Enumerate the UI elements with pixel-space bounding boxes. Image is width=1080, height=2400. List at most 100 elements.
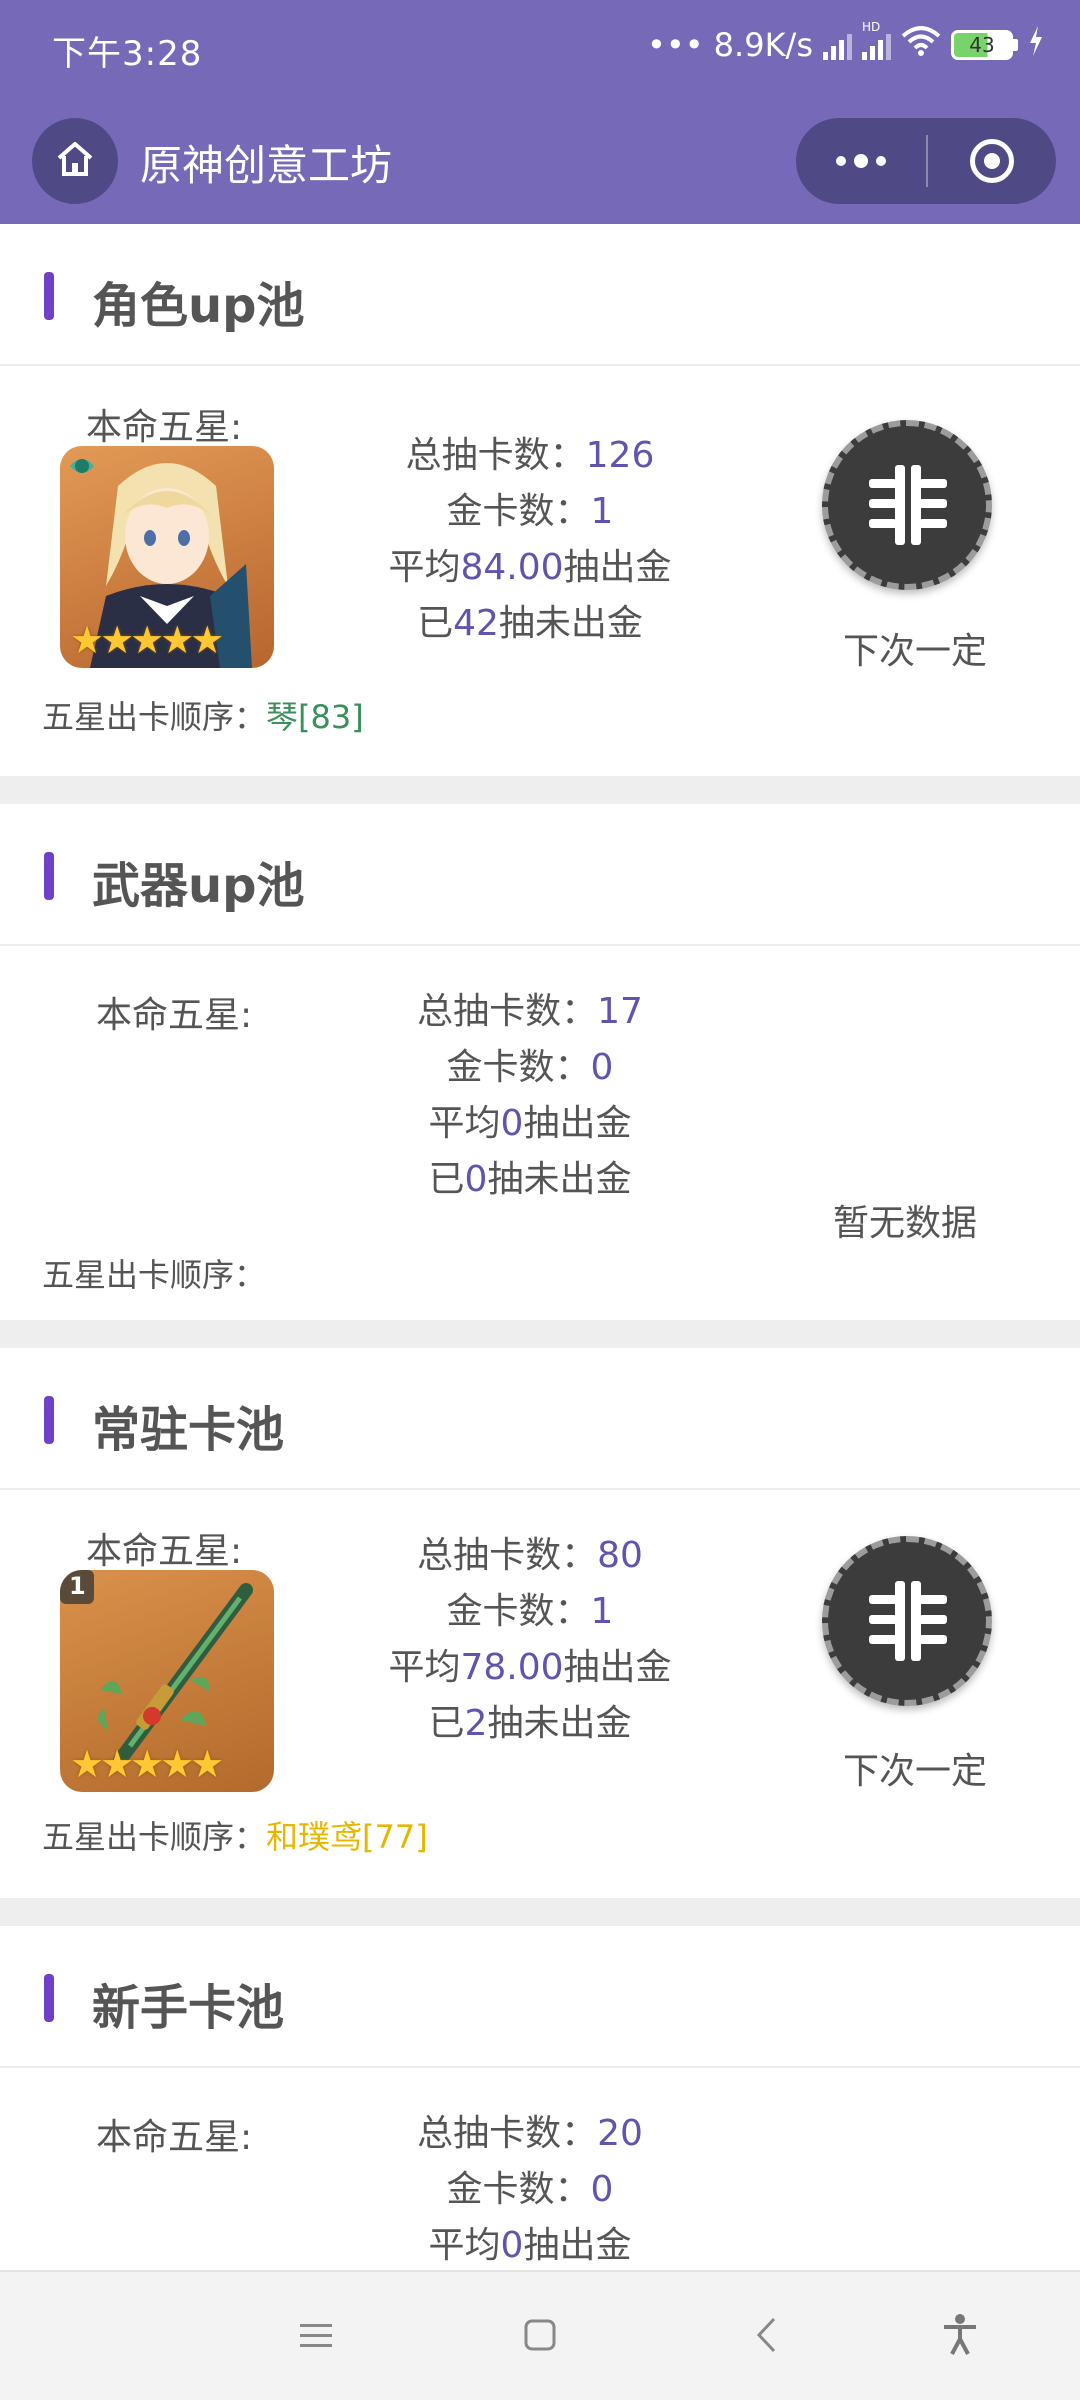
gold-count-value: 1: [590, 491, 614, 532]
average-line: 平均0抽出金: [428, 2225, 632, 2266]
section-accent-bar: [44, 852, 54, 900]
no-data-text: 暂无数据: [832, 1203, 977, 1244]
total-pulls-line: 总抽卡数：126: [405, 435, 655, 476]
square-home-icon: [523, 2318, 557, 2356]
average-line: 平均84.00抽出金: [388, 547, 672, 588]
since-gold-value: 0: [464, 1159, 488, 1200]
five-star-order-value: 和璞鸢[77]: [266, 1818, 428, 1856]
section-title: 新手卡池: [92, 1980, 285, 2036]
app-header: 下午3:28 ••• 8.9K/s HD 43 原神创意工坊: [0, 0, 1080, 224]
since-gold-value: 42: [453, 603, 499, 644]
five-star-rating: ★★★★★: [70, 618, 224, 662]
five-star-label: 本命五星:: [86, 407, 243, 448]
section-title: 常驻卡池: [92, 1402, 285, 1458]
average-line: 平均0抽出金: [428, 1103, 632, 1144]
page-title: 原神创意工坊: [140, 141, 393, 190]
five-star-label: 本命五星:: [96, 995, 253, 1036]
accessibility-button[interactable]: [910, 2272, 1010, 2400]
gold-count-line: 金卡数：0: [446, 1047, 614, 1088]
average-value: 0: [500, 1103, 524, 1144]
ellipsis-icon: •••: [647, 26, 704, 64]
home-icon: [53, 137, 97, 185]
character-portrait[interactable]: ★★★★★: [60, 446, 274, 668]
more-dots-icon: [836, 156, 846, 166]
status-time: 下午3:28: [52, 34, 203, 74]
signal-icon: [823, 30, 852, 60]
system-nav-bar: [0, 2270, 1080, 2400]
since-gold-value: 2: [464, 1703, 488, 1744]
gold-count-line: 金卡数：0: [446, 2169, 614, 2210]
since-gold-line: 已0抽未出金: [428, 1159, 632, 1200]
accessibility-icon: [940, 2314, 980, 2360]
luck-badge: [822, 420, 1002, 600]
mini-program-capsule: [796, 118, 1056, 204]
badge-text: 下次一定: [842, 1751, 987, 1792]
section-weapon-pool: 武器up池 本命五星: 总抽卡数：17 金卡数：0 平均0抽出金 已0抽未出金 …: [0, 804, 1080, 1320]
hd-label: HD: [862, 20, 881, 34]
total-pulls-value: 17: [597, 991, 643, 1032]
section-accent-bar: [44, 1974, 54, 2022]
five-star-order: 五星出卡顺序：: [42, 1256, 267, 1294]
since-gold-line: 已42抽未出金: [417, 603, 643, 644]
section-standard-pool: 常驻卡池 本命五星: 1 ★★★★★ 总抽卡数：80 金卡数：1 平均78.00…: [0, 1348, 1080, 1898]
signal-hd-icon: HD: [862, 20, 891, 60]
five-star-rating: ★★★★★: [70, 1742, 224, 1786]
five-star-order-value: 琴[83]: [266, 698, 364, 736]
total-pulls-value: 126: [585, 435, 655, 476]
fei-glyph-icon: [822, 420, 992, 590]
total-pulls-value: 80: [597, 1535, 643, 1576]
gold-count-value: 1: [590, 1591, 614, 1632]
total-pulls-line: 总抽卡数：20: [417, 2113, 643, 2154]
battery-icon: 43: [951, 30, 1018, 60]
refine-level: 1: [69, 1572, 86, 1600]
section-accent-bar: [44, 1396, 54, 1444]
section-header: 角色up池: [0, 224, 1080, 366]
luck-badge: [822, 1536, 1002, 1716]
pull-stats: 总抽卡数：20 金卡数：0 平均0抽出金: [320, 2106, 740, 2270]
section-accent-bar: [44, 272, 54, 320]
target-circle-icon: [970, 139, 1014, 183]
average-value: 84.00: [460, 547, 564, 588]
more-button[interactable]: [796, 118, 926, 204]
status-indicators: ••• 8.9K/s HD 43: [647, 20, 1044, 64]
home-button[interactable]: [32, 118, 118, 204]
section-title: 武器up池: [92, 858, 305, 914]
five-star-label: 本命五星:: [96, 2117, 253, 2158]
pull-stats: 总抽卡数：126 金卡数：1 平均84.00抽出金 已42抽未出金: [320, 428, 740, 652]
close-mini-program-button[interactable]: [928, 118, 1056, 204]
gold-count-line: 金卡数：1: [446, 1591, 614, 1632]
charging-icon: [1028, 26, 1044, 64]
section-beginner-pool: 新手卡池 本命五星: 总抽卡数：20 金卡数：0 平均0抽出金: [0, 1926, 1080, 2270]
battery-level: 43: [969, 33, 995, 57]
menu-icon: [298, 2320, 334, 2354]
badge-text: 下次一定: [842, 631, 987, 672]
average-line: 平均78.00抽出金: [388, 1647, 672, 1688]
back-chevron-icon: [754, 2316, 778, 2358]
section-title: 角色up池: [92, 278, 305, 334]
average-value: 78.00: [460, 1647, 564, 1688]
total-pulls-value: 20: [597, 2113, 643, 2154]
status-bar: 下午3:28 ••• 8.9K/s HD 43: [0, 0, 1080, 96]
nav-bar: 原神创意工坊: [0, 112, 1080, 208]
pull-stats: 总抽卡数：80 金卡数：1 平均78.00抽出金 已2抽未出金: [320, 1528, 740, 1752]
gold-count-line: 金卡数：1: [446, 491, 614, 532]
home-nav-button[interactable]: [490, 2272, 590, 2400]
section-header: 武器up池: [0, 804, 1080, 946]
five-star-order: 五星出卡顺序：琴[83]: [42, 698, 364, 736]
five-star-order: 五星出卡顺序：和璞鸢[77]: [42, 1818, 428, 1856]
gold-count-value: 0: [590, 1047, 614, 1088]
section-header: 新手卡池: [0, 1926, 1080, 2068]
menu-button[interactable]: [266, 2272, 366, 2400]
back-nav-button[interactable]: [716, 2272, 816, 2400]
section-character-pool: 角色up池 本命五星: ★★★★★ 总抽卡数：126 金卡数：1 平均84.00…: [0, 224, 1080, 776]
gold-count-value: 0: [590, 2169, 614, 2210]
section-header: 常驻卡池: [0, 1348, 1080, 1490]
weapon-portrait[interactable]: 1 ★★★★★: [60, 1570, 274, 1792]
fei-glyph-icon: [822, 1536, 992, 1706]
network-speed: 8.9K/s: [713, 26, 813, 64]
wifi-icon: [901, 26, 941, 64]
total-pulls-line: 总抽卡数：17: [417, 991, 643, 1032]
five-star-label: 本命五星:: [86, 1531, 243, 1572]
total-pulls-line: 总抽卡数：80: [417, 1535, 643, 1576]
average-value: 0: [500, 2225, 524, 2266]
